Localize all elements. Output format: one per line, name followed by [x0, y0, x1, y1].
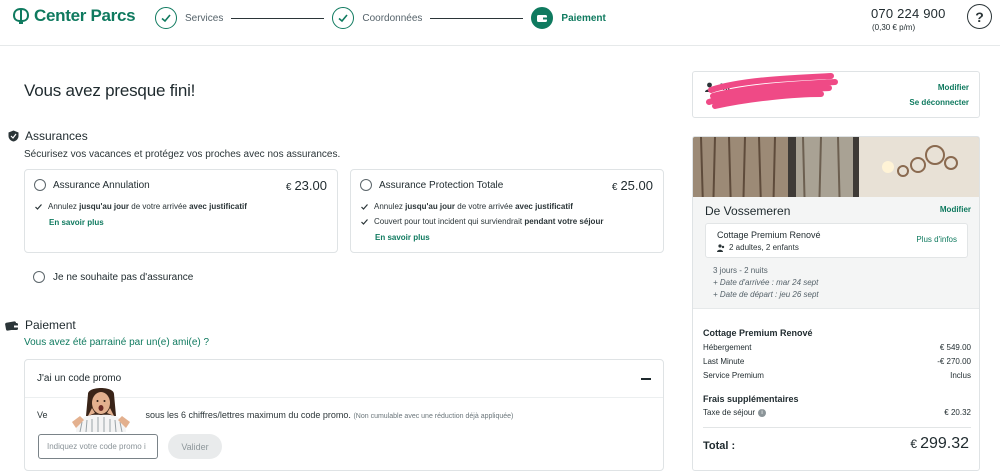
- radio-no-insurance[interactable]: [33, 271, 45, 283]
- radio-annulation[interactable]: [34, 179, 46, 191]
- insurance-option-annulation[interactable]: Assurance Annulation €23.00 Annulez jusq…: [24, 169, 338, 253]
- check-icon: [155, 7, 177, 29]
- center-parcs-logo[interactable]: Center Parcs: [12, 6, 136, 26]
- modify-stay-link[interactable]: Modifier: [940, 205, 971, 214]
- top-header: Center Parcs Services Coordonnées Paieme…: [0, 0, 1000, 46]
- shield-icon: [8, 130, 19, 142]
- price-row: Service Premium Inclus: [703, 371, 971, 380]
- insurance-option-header: Assurance Protection Totale: [360, 179, 503, 191]
- booking-summary-card: De Vossemeren Modifier Cottage Premium R…: [692, 136, 980, 471]
- step-connector: [430, 17, 524, 19]
- price-row: Hébergement € 549.00: [703, 343, 971, 352]
- stay-duration: 3 jours - 2 nuits: [713, 266, 768, 275]
- modify-user-link[interactable]: Modifier: [938, 83, 969, 92]
- arrival-date: + Date d'arrivée : mar 24 sept: [713, 278, 819, 287]
- guests-icon: [717, 243, 725, 252]
- page-title: Vous avez presque fini!: [24, 81, 196, 100]
- total-label: Total :: [703, 440, 736, 452]
- logo-text: Center Parcs: [34, 6, 136, 25]
- step-coordonnees-label: Coordonnées: [362, 12, 423, 24]
- pricing-accommodation-title: Cottage Premium Renové: [703, 328, 813, 338]
- wallet-icon: [5, 320, 18, 331]
- insurance-feature: Annulez jusqu'au jour de votre arrivée a…: [361, 202, 573, 211]
- step-paiement: Paiement: [531, 7, 606, 29]
- check-icon: [361, 218, 368, 225]
- check-icon: [332, 7, 355, 29]
- promo-code-input[interactable]: Indiquez votre code promo i: [38, 434, 158, 459]
- logout-link[interactable]: Se déconnecter: [909, 98, 969, 107]
- insurance-option-protection-totale[interactable]: Assurance Protection Totale €25.00 Annul…: [350, 169, 664, 253]
- insurance-subtitle: Sécurisez vos vacances et protégez vos p…: [24, 149, 341, 160]
- departure-date: + Date de départ : jeu 26 sept: [713, 290, 819, 299]
- step-paiement-label: Paiement: [561, 12, 606, 24]
- question-icon: ?: [975, 8, 984, 25]
- payment-title: Paiement: [25, 318, 76, 332]
- radio-protection-totale[interactable]: [360, 179, 372, 191]
- extra-fees-title: Frais supplémentaires: [703, 394, 799, 404]
- step-connector: [231, 17, 325, 19]
- no-insurance-option[interactable]: Je ne souhaite pas d'assurance: [33, 271, 193, 283]
- center-parcs-leaf-icon: [12, 7, 30, 24]
- insurance-name: Assurance Annulation: [53, 179, 150, 191]
- promo-code-title: J'ai un code promo: [37, 373, 122, 384]
- phone-rate: (0,30 € p/m): [872, 23, 916, 32]
- insurance-feature: Couvert pour tout incident qui surviendr…: [361, 217, 603, 226]
- park-name: De Vossemeren: [705, 204, 791, 218]
- price-row: Last Minute -€ 270.00: [703, 357, 971, 366]
- payment-section-title: Paiement: [5, 318, 76, 332]
- help-button[interactable]: ?: [967, 4, 992, 29]
- check-icon: [35, 203, 42, 210]
- tax-row: Taxe de séjour i € 20.32: [703, 408, 971, 417]
- phone-number[interactable]: 070 224 900: [871, 6, 946, 21]
- guest-count: 2 adultes, 2 enfants: [717, 243, 799, 252]
- learn-more-link[interactable]: En savoir plus: [375, 233, 430, 242]
- accommodation-name: Cottage Premium Renové: [717, 230, 821, 240]
- total-price: €299.32: [910, 435, 969, 452]
- surprised-woman-image: [72, 388, 130, 432]
- phone-contact[interactable]: 070 224 900 (0,30 € p/m): [871, 6, 946, 32]
- insurance-section-title: Assurances: [8, 129, 88, 143]
- learn-more-link[interactable]: En savoir plus: [49, 218, 104, 227]
- insurance-title: Assurances: [25, 129, 88, 143]
- user-card: Mr Modifier Se déconnecter: [692, 71, 980, 118]
- divider: [703, 427, 971, 428]
- collapse-icon[interactable]: [641, 378, 651, 380]
- more-info-link[interactable]: Plus d'infos: [916, 235, 957, 244]
- stay-summary: De Vossemeren Modifier Cottage Premium R…: [693, 197, 979, 309]
- insurance-option-header: Assurance Annulation: [34, 179, 150, 191]
- wallet-icon: [531, 7, 554, 29]
- redaction-scribble: [706, 73, 838, 109]
- sponsor-link[interactable]: Vous avez été parrainé par un(e) ami(e) …: [24, 337, 209, 348]
- accommodation-box: Cottage Premium Renové 2 adultes, 2 enfa…: [705, 223, 968, 258]
- insurance-feature: Annulez jusqu'au jour de votre arrivée a…: [35, 202, 247, 211]
- insurance-name: Assurance Protection Totale: [379, 179, 504, 191]
- check-icon: [361, 203, 368, 210]
- no-insurance-label: Je ne souhaite pas d'assurance: [53, 271, 194, 283]
- step-coordonnees[interactable]: Coordonnées: [332, 7, 422, 29]
- checkout-stepper: Services Coordonnées Paiement: [155, 6, 606, 30]
- insurance-price: €25.00: [611, 178, 653, 193]
- validate-promo-button[interactable]: Valider: [168, 434, 222, 459]
- step-services-label: Services: [185, 12, 224, 24]
- step-services[interactable]: Services: [155, 7, 223, 29]
- info-icon[interactable]: i: [758, 408, 767, 417]
- insurance-price: €23.00: [285, 178, 327, 193]
